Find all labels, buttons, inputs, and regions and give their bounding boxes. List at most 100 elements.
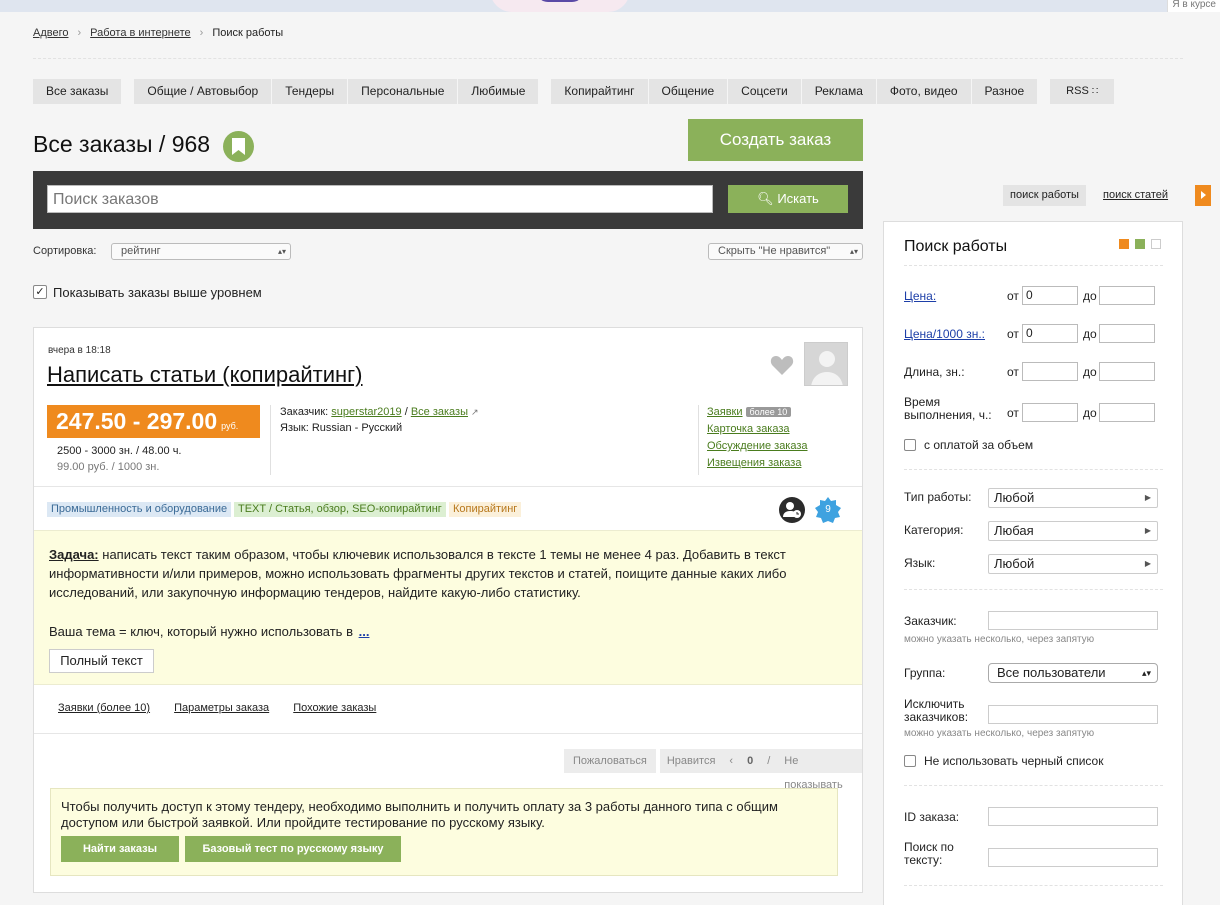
course-link[interactable]: Я в курсе bbox=[1167, 0, 1220, 12]
volume-pay-checkbox[interactable] bbox=[904, 439, 916, 451]
external-link-icon: ↗ bbox=[471, 407, 479, 417]
site-logo[interactable] bbox=[490, 0, 630, 12]
length-to-input[interactable] bbox=[1099, 362, 1155, 381]
sort-select[interactable]: рейтинг ▴▾ bbox=[111, 243, 291, 260]
order-tabs: Все заказы Общие / Автовыбор Тендеры Пер… bbox=[33, 79, 1115, 104]
sublink-params[interactable]: Параметры заказа bbox=[174, 702, 269, 714]
customer-link[interactable]: superstar2019 bbox=[331, 406, 401, 418]
tab-personal[interactable]: Персональные bbox=[348, 79, 458, 104]
sublink-bids[interactable]: Заявки (более 10) bbox=[58, 702, 150, 714]
text-search-input[interactable] bbox=[988, 848, 1158, 867]
tag-text-type[interactable]: TEXT / Статья, обзор, SEO-копирайтинг bbox=[234, 502, 446, 517]
no-blacklist-label: Не использовать черный список bbox=[924, 754, 1104, 768]
breadcrumb: Адвего › Работа в интернете › Поиск работы bbox=[33, 27, 283, 39]
russian-test-button[interactable]: Базовый тест по русскому языку bbox=[185, 836, 401, 862]
price-filter-label[interactable]: Цена: bbox=[904, 290, 936, 303]
tab-social[interactable]: Соцсети bbox=[728, 79, 801, 104]
price-to-input[interactable] bbox=[1099, 286, 1155, 305]
divider bbox=[34, 733, 862, 734]
more-link[interactable]: ... bbox=[359, 624, 370, 639]
hide-disliked-select[interactable]: Скрыть "Не нравится" ▴▾ bbox=[708, 243, 863, 260]
tab-misc[interactable]: Разное bbox=[971, 79, 1038, 104]
work-type-select[interactable]: Любой ▶ bbox=[988, 488, 1158, 508]
search-button[interactable]: 🔍︎ Искать bbox=[728, 185, 848, 213]
notice-text: Чтобы получить доступ к этому тендеру, н… bbox=[61, 799, 778, 830]
length-from-input[interactable] bbox=[1022, 362, 1078, 381]
hide-disliked-value: Скрыть "Не нравится" bbox=[718, 245, 831, 257]
tab-communication[interactable]: Общение bbox=[648, 79, 728, 104]
order-title[interactable]: Написать статьи (копирайтинг) bbox=[47, 362, 363, 388]
order-id-input[interactable] bbox=[988, 807, 1158, 826]
exclude-customers-input[interactable] bbox=[988, 705, 1158, 724]
to-label: до bbox=[1083, 365, 1097, 379]
time-from-input[interactable] bbox=[1022, 403, 1078, 422]
find-orders-button[interactable]: Найти заказы bbox=[61, 836, 179, 862]
category-select[interactable]: Любая ▶ bbox=[988, 521, 1158, 541]
tab-tenders[interactable]: Тендеры bbox=[272, 79, 348, 104]
search-input[interactable]: Поиск заказов bbox=[47, 185, 713, 213]
no-blacklist-checkbox[interactable] bbox=[904, 755, 916, 767]
tab-all-orders[interactable]: Все заказы bbox=[33, 79, 122, 104]
all-orders-link[interactable]: Все заказы bbox=[411, 406, 468, 418]
price1000-to-input[interactable] bbox=[1099, 324, 1155, 343]
tag-industry[interactable]: Промышленность и оборудование bbox=[47, 502, 232, 517]
tab-rss[interactable]: RSS ∷ bbox=[1050, 79, 1115, 104]
color-swatch-green[interactable] bbox=[1135, 239, 1145, 249]
tag-copywriting[interactable]: Копирайтинг bbox=[449, 502, 522, 517]
sublink-similar[interactable]: Похожие заказы bbox=[293, 702, 376, 714]
time-to-input[interactable] bbox=[1099, 403, 1155, 422]
task-label: Задача: bbox=[49, 547, 99, 562]
breadcrumb-current: Поиск работы bbox=[212, 27, 284, 39]
color-swatch-white[interactable] bbox=[1151, 239, 1161, 249]
category-value: Любая bbox=[994, 523, 1034, 538]
divider bbox=[270, 405, 271, 475]
order-card-link[interactable]: Карточка заказа bbox=[707, 423, 808, 440]
breadcrumb-advego[interactable]: Адвего bbox=[33, 27, 68, 39]
divider bbox=[904, 265, 1163, 266]
like-button[interactable]: Нравится bbox=[660, 749, 723, 773]
length-info: 2500 - 3000 зн. / 48.00 ч. bbox=[57, 445, 182, 457]
customer-hint: можно указать несколько, через запятую bbox=[904, 634, 1095, 645]
group-value: Все пользователи bbox=[997, 665, 1106, 680]
price-badge: 247.50 - 297.00 руб. bbox=[47, 405, 260, 438]
order-notices-link[interactable]: Извещения заказа bbox=[707, 457, 808, 474]
tab-photo-video[interactable]: Фото, видео bbox=[876, 79, 971, 104]
price-value: 247.50 - 297.00 bbox=[56, 408, 218, 434]
avatar[interactable] bbox=[804, 342, 848, 386]
group-select[interactable]: Все пользователи ▴▾ bbox=[988, 663, 1158, 683]
hide-button[interactable]: Не показывать bbox=[777, 749, 862, 791]
tab-favorites[interactable]: Любимые bbox=[458, 79, 539, 104]
customer-input[interactable] bbox=[988, 611, 1158, 630]
heart-icon[interactable] bbox=[770, 354, 794, 379]
language-select[interactable]: Любой ▶ bbox=[988, 554, 1158, 574]
order-sublinks: Заявки (более 10) Параметры заказа Похож… bbox=[58, 702, 397, 714]
price1000-filter-label[interactable]: Цена/1000 зн.: bbox=[904, 328, 985, 341]
access-notice: Чтобы получить доступ к этому тендеру, н… bbox=[50, 788, 838, 876]
complain-button[interactable]: Пожаловаться bbox=[564, 749, 656, 773]
color-swatch-orange[interactable] bbox=[1119, 239, 1129, 249]
tab-advertising[interactable]: Реклама bbox=[801, 79, 876, 104]
price1000-from-input[interactable]: 0 bbox=[1022, 324, 1078, 343]
language-value: Любой bbox=[994, 556, 1035, 571]
category-label: Категория: bbox=[904, 523, 964, 537]
tab-search-jobs[interactable]: поиск работы bbox=[1003, 185, 1086, 206]
order-discussion-link[interactable]: Обсуждение заказа bbox=[707, 440, 808, 457]
customer-label: Заказчик: bbox=[280, 406, 329, 418]
tab-search-articles[interactable]: поиск статей bbox=[1103, 185, 1168, 206]
order-id-label: ID заказа: bbox=[904, 810, 960, 824]
breadcrumb-work-online[interactable]: Работа в интернете bbox=[90, 27, 190, 39]
sidebar-toggle-icon[interactable] bbox=[1195, 185, 1211, 206]
bids-badge: более 10 bbox=[745, 407, 792, 417]
search-bar: Поиск заказов 🔍︎ Искать bbox=[33, 171, 863, 229]
bookmark-icon[interactable] bbox=[223, 131, 254, 162]
exclude-customers-label: Исключить заказчиков: bbox=[904, 697, 969, 724]
show-higher-checkbox[interactable]: ✓ bbox=[33, 285, 47, 299]
bids-link[interactable]: Заявки более 10 bbox=[707, 406, 808, 423]
price-from-input[interactable]: 0 bbox=[1022, 286, 1078, 305]
full-text-button[interactable]: Полный текст bbox=[49, 649, 154, 673]
create-order-button[interactable]: Создать заказ bbox=[688, 119, 863, 161]
tab-general[interactable]: Общие / Автовыбор bbox=[134, 79, 272, 104]
customer-filter-label: Заказчик: bbox=[904, 614, 957, 628]
length-filter-label: Длина, зн.: bbox=[904, 365, 965, 379]
tab-copywriting[interactable]: Копирайтинг bbox=[551, 79, 648, 104]
